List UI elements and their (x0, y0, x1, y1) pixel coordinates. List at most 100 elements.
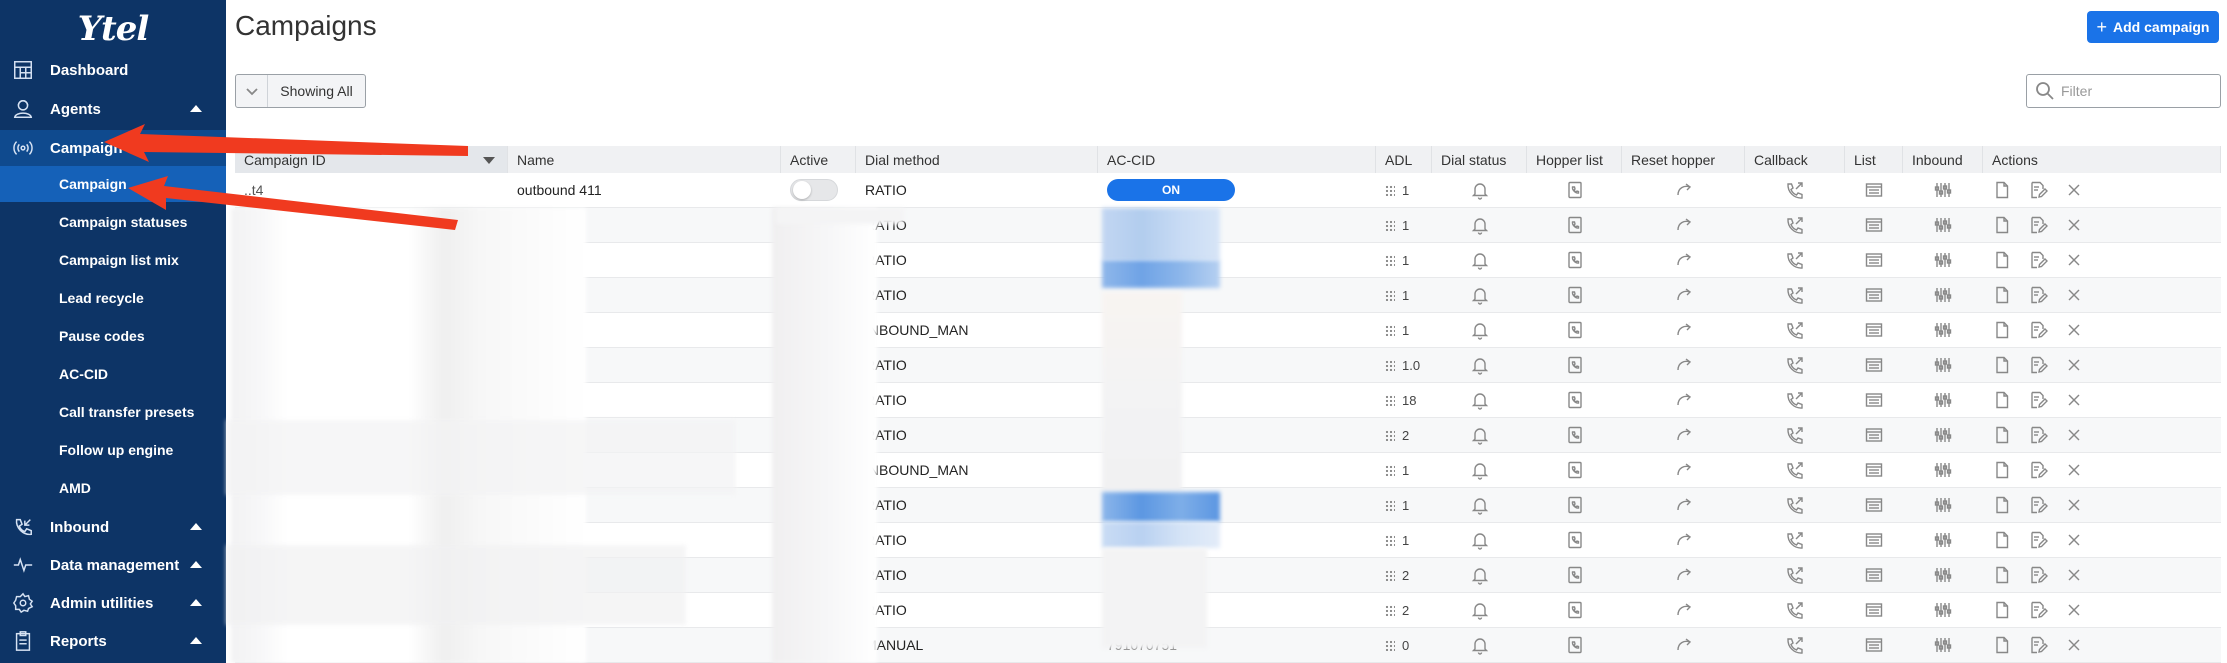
inbound-icon[interactable] (1933, 635, 1953, 655)
edit-icon[interactable] (2028, 285, 2048, 305)
list-icon[interactable] (1864, 390, 1884, 410)
accid-on-pill[interactable]: ON (1107, 179, 1235, 201)
column-header-list[interactable]: List (1845, 146, 1903, 173)
ytel-logo[interactable]: Ytel (0, 0, 226, 58)
list-icon[interactable] (1864, 530, 1884, 550)
hopper-list-icon[interactable] (1565, 565, 1585, 585)
sidebar-item-inbound[interactable]: Inbound (0, 509, 226, 545)
callback-icon[interactable] (1785, 425, 1805, 445)
callback-icon[interactable] (1785, 250, 1805, 270)
edit-icon[interactable] (2028, 530, 2048, 550)
hopper-list-icon[interactable] (1565, 285, 1585, 305)
edit-icon[interactable] (2028, 180, 2048, 200)
reset-icon[interactable] (1674, 180, 1694, 200)
list-icon[interactable] (1864, 635, 1884, 655)
sidebar-item-data-management[interactable]: Data management (0, 547, 226, 583)
reset-icon[interactable] (1674, 460, 1694, 480)
callback-icon[interactable] (1785, 355, 1805, 375)
inbound-icon[interactable] (1933, 600, 1953, 620)
callback-icon[interactable] (1785, 530, 1805, 550)
filter-box[interactable] (2026, 74, 2221, 108)
copy-icon[interactable] (1992, 355, 2012, 375)
list-icon[interactable] (1864, 600, 1884, 620)
sidebar-subitem-campaign[interactable]: Campaign (0, 166, 226, 202)
inbound-icon[interactable] (1933, 530, 1953, 550)
bell-icon[interactable] (1470, 320, 1490, 340)
edit-icon[interactable] (2028, 495, 2048, 515)
column-header-callback[interactable]: Callback (1745, 146, 1845, 173)
list-icon[interactable] (1864, 460, 1884, 480)
inbound-icon[interactable] (1933, 355, 1953, 375)
hopper-list-icon[interactable] (1565, 460, 1585, 480)
bell-icon[interactable] (1470, 250, 1490, 270)
edit-icon[interactable] (2028, 390, 2048, 410)
reset-icon[interactable] (1674, 390, 1694, 410)
edit-icon[interactable] (2028, 600, 2048, 620)
sidebar-item-agents[interactable]: Agents (0, 91, 226, 127)
inbound-icon[interactable] (1933, 390, 1953, 410)
bell-icon[interactable] (1470, 215, 1490, 235)
list-icon[interactable] (1864, 495, 1884, 515)
close-icon[interactable] (2064, 425, 2084, 445)
close-icon[interactable] (2064, 355, 2084, 375)
copy-icon[interactable] (1992, 460, 2012, 480)
close-icon[interactable] (2064, 635, 2084, 655)
close-icon[interactable] (2064, 530, 2084, 550)
edit-icon[interactable] (2028, 320, 2048, 340)
sidebar-subitem-pause-codes[interactable]: Pause codes (0, 318, 226, 354)
close-icon[interactable] (2064, 495, 2084, 515)
reset-icon[interactable] (1674, 600, 1694, 620)
add-campaign-button[interactable]: + Add campaign (2087, 11, 2219, 43)
inbound-icon[interactable] (1933, 285, 1953, 305)
inbound-icon[interactable] (1933, 565, 1953, 585)
column-header-actions[interactable]: Actions (1983, 146, 2221, 173)
sidebar-subitem-amd[interactable]: AMD (0, 470, 226, 506)
sidebar-item-campaign[interactable]: Campaign (0, 130, 226, 166)
copy-icon[interactable] (1992, 530, 2012, 550)
bell-icon[interactable] (1470, 635, 1490, 655)
close-icon[interactable] (2064, 320, 2084, 340)
list-icon[interactable] (1864, 320, 1884, 340)
inbound-icon[interactable] (1933, 460, 1953, 480)
edit-icon[interactable] (2028, 425, 2048, 445)
list-icon[interactable] (1864, 285, 1884, 305)
callback-icon[interactable] (1785, 180, 1805, 200)
callback-icon[interactable] (1785, 285, 1805, 305)
active-toggle[interactable] (790, 179, 838, 201)
column-header-hopper-list[interactable]: Hopper list (1527, 146, 1622, 173)
callback-icon[interactable] (1785, 460, 1805, 480)
bell-icon[interactable] (1470, 565, 1490, 585)
bell-icon[interactable] (1470, 600, 1490, 620)
sidebar-item-dashboard[interactable]: Dashboard (0, 52, 226, 88)
list-icon[interactable] (1864, 215, 1884, 235)
sidebar-subitem-ac-cid[interactable]: AC-CID (0, 356, 226, 392)
hopper-list-icon[interactable] (1565, 425, 1585, 445)
sidebar-item-reports[interactable]: Reports (0, 623, 226, 659)
inbound-icon[interactable] (1933, 250, 1953, 270)
hopper-list-icon[interactable] (1565, 215, 1585, 235)
column-header-ac-cid[interactable]: AC-CID (1098, 146, 1376, 173)
copy-icon[interactable] (1992, 180, 2012, 200)
column-header-campaign-id[interactable]: Campaign ID (235, 146, 508, 173)
bell-icon[interactable] (1470, 460, 1490, 480)
callback-icon[interactable] (1785, 320, 1805, 340)
close-icon[interactable] (2064, 215, 2084, 235)
list-icon[interactable] (1864, 565, 1884, 585)
list-icon[interactable] (1864, 355, 1884, 375)
callback-icon[interactable] (1785, 495, 1805, 515)
bell-icon[interactable] (1470, 180, 1490, 200)
close-icon[interactable] (2064, 180, 2084, 200)
bell-icon[interactable] (1470, 530, 1490, 550)
callback-icon[interactable] (1785, 390, 1805, 410)
column-header-adl[interactable]: ADL (1376, 146, 1432, 173)
reset-icon[interactable] (1674, 425, 1694, 445)
copy-icon[interactable] (1992, 320, 2012, 340)
edit-icon[interactable] (2028, 565, 2048, 585)
sidebar-subitem-campaign-list-mix[interactable]: Campaign list mix (0, 242, 226, 278)
list-icon[interactable] (1864, 425, 1884, 445)
inbound-icon[interactable] (1933, 180, 1953, 200)
reset-icon[interactable] (1674, 320, 1694, 340)
close-icon[interactable] (2064, 600, 2084, 620)
list-icon[interactable] (1864, 180, 1884, 200)
copy-icon[interactable] (1992, 565, 2012, 585)
